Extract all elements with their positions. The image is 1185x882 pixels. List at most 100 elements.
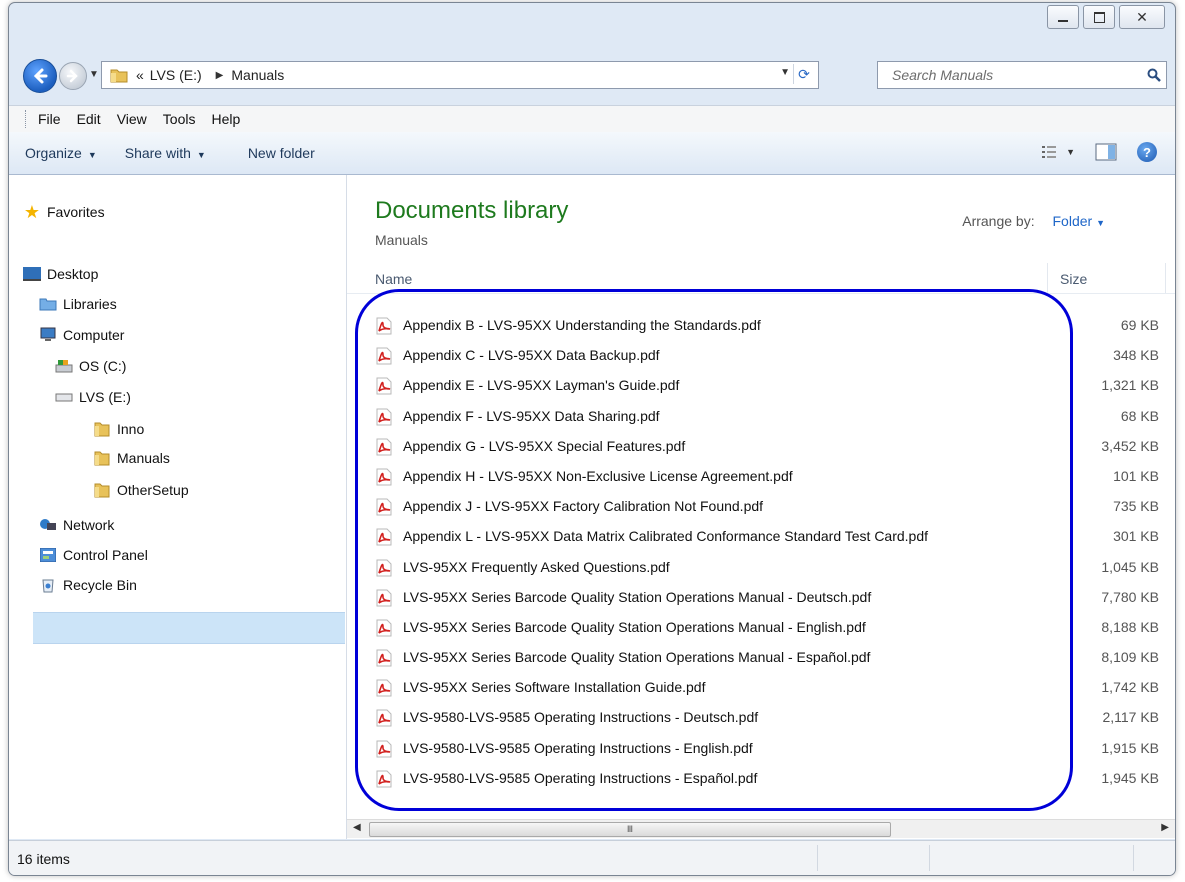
nav-folder-manuals[interactable]: Manuals: [93, 445, 170, 471]
file-row[interactable]: Appendix F - LVS-95XX Data Sharing.pdf 68…: [347, 402, 1175, 432]
column-divider[interactable]: [1165, 263, 1166, 293]
status-bar: 16 items: [9, 840, 1175, 875]
nav-lvs-drive[interactable]: LVS (E:): [55, 384, 131, 410]
pdf-icon: [375, 649, 393, 670]
nav-network[interactable]: Network: [39, 512, 114, 538]
maximize-button[interactable]: [1083, 5, 1115, 29]
nav-libraries[interactable]: Libraries: [39, 291, 117, 317]
address-chevrons[interactable]: «: [136, 67, 144, 83]
explorer-window: ✕ ▼ « LVS (E:) ▶ Manuals ▼ ⟳ Search Manu…: [8, 2, 1176, 876]
pdf-icon: [375, 679, 393, 700]
help-icon[interactable]: ?: [1137, 142, 1157, 162]
file-name: Appendix J - LVS-95XX Factory Calibratio…: [403, 498, 764, 515]
file-row[interactable]: LVS-95XX Frequently Asked Questions.pdf 1…: [347, 553, 1175, 583]
file-size: 68 KB: [1120, 407, 1159, 424]
scroll-thumb[interactable]: Ⅲ: [369, 822, 891, 837]
pdf-icon: [375, 619, 393, 640]
file-size: 348 KB: [1113, 347, 1159, 364]
file-name: LVS-95XX Frequently Asked Questions.pdf: [403, 558, 670, 575]
breadcrumb-separator-icon[interactable]: ▶: [216, 70, 224, 81]
file-row[interactable]: LVS-95XX Series Software Installation Gu…: [347, 673, 1175, 703]
breadcrumb-manuals[interactable]: Manuals: [231, 67, 284, 83]
horizontal-scrollbar[interactable]: ◀ Ⅲ ▶: [347, 819, 1175, 838]
close-button[interactable]: ✕: [1119, 5, 1165, 29]
search-box[interactable]: Search Manuals: [877, 61, 1167, 89]
menu-tools[interactable]: Tools: [163, 111, 196, 127]
file-row[interactable]: Appendix C - LVS-95XX Data Backup.pdf 348…: [347, 341, 1175, 371]
nav-computer[interactable]: Computer: [39, 322, 124, 348]
refresh-icon[interactable]: ⟳: [793, 64, 814, 84]
pdf-icon: [375, 559, 393, 580]
nav-os-drive[interactable]: OS (C:): [55, 353, 126, 379]
menu-edit[interactable]: Edit: [77, 111, 101, 127]
nav-selection-highlight: [33, 612, 345, 644]
nav-folder-inno[interactable]: Inno: [93, 416, 144, 442]
scroll-left-icon[interactable]: ◀: [353, 822, 361, 833]
share-with-label: Share with: [124, 145, 191, 161]
file-row[interactable]: LVS-95XX Series Barcode Quality Station …: [347, 643, 1175, 673]
address-dropdown[interactable]: ▼: [780, 67, 790, 78]
file-size: 1,915 KB: [1101, 739, 1159, 756]
back-button[interactable]: [23, 59, 57, 93]
column-divider[interactable]: [1047, 263, 1048, 293]
file-size: 8,109 KB: [1101, 649, 1159, 666]
back-arrow-icon: [33, 68, 48, 84]
file-row[interactable]: Appendix E - LVS-95XX Layman's Guide.pdf…: [347, 371, 1175, 401]
file-row[interactable]: LVS-9580-LVS-9585 Operating Instructions…: [347, 703, 1175, 733]
menu-help[interactable]: Help: [211, 111, 240, 127]
address-bar[interactable]: « LVS (E:) ▶ Manuals ▼ ⟳: [101, 61, 819, 89]
nav-recycle-bin[interactable]: Recycle Bin: [39, 572, 137, 598]
preview-pane-icon[interactable]: [1095, 143, 1117, 161]
recent-pages-dropdown[interactable]: ▼: [89, 69, 99, 80]
pdf-icon: [375, 589, 393, 610]
nav-favorites[interactable]: ★ Favorites: [23, 199, 105, 225]
change-view-button[interactable]: ▼: [1042, 145, 1075, 159]
forward-button[interactable]: [59, 62, 87, 90]
search-input[interactable]: Search Manuals: [878, 67, 1142, 83]
scroll-right-icon[interactable]: ▶: [1161, 822, 1169, 833]
arrange-by-dropdown[interactable]: Folder ▼: [1053, 213, 1106, 229]
menu-view[interactable]: View: [117, 111, 147, 127]
folder-icon: [93, 482, 111, 498]
file-row[interactable]: Appendix B - LVS-95XX Understanding the …: [347, 311, 1175, 341]
pdf-icon: [375, 740, 393, 761]
menu-file[interactable]: File: [38, 111, 61, 127]
view-controls: ▼ ?: [1042, 142, 1157, 162]
nav-label: Libraries: [63, 296, 117, 312]
drive-icon: [55, 389, 73, 405]
file-row[interactable]: Appendix G - LVS-95XX Special Features.p…: [347, 432, 1175, 462]
maximize-icon: [1093, 11, 1105, 23]
nav-control-panel[interactable]: Control Panel: [39, 542, 148, 568]
file-row[interactable]: LVS-9580-LVS-9585 Operating Instructions…: [347, 764, 1175, 794]
share-with-button[interactable]: Share with ▼: [125, 145, 206, 161]
file-row[interactable]: Appendix L - LVS-95XX Data Matrix Calibr…: [347, 522, 1175, 552]
nav-label: Desktop: [47, 266, 99, 282]
nav-folder-othersetup[interactable]: OtherSetup: [93, 477, 189, 503]
recycle-bin-icon: [39, 577, 57, 593]
column-header-name[interactable]: Name: [375, 271, 412, 287]
file-row[interactable]: LVS-9580-LVS-9585 Operating Instructions…: [347, 734, 1175, 764]
arrange-by: Arrange by: Folder ▼: [962, 213, 1105, 229]
file-size: 7,780 KB: [1101, 588, 1159, 605]
organize-button[interactable]: Organize ▼: [25, 145, 97, 161]
file-row[interactable]: Appendix J - LVS-95XX Factory Calibratio…: [347, 492, 1175, 522]
nav-label: Inno: [117, 421, 145, 437]
nav-desktop[interactable]: Desktop: [23, 261, 98, 287]
breadcrumb-drive[interactable]: LVS (E:): [150, 67, 202, 83]
forward-arrow-icon: [66, 69, 78, 83]
pdf-icon: [375, 317, 393, 338]
column-headers: Name Size: [347, 263, 1175, 294]
column-header-size[interactable]: Size: [1060, 271, 1087, 287]
search-icon[interactable]: [1142, 68, 1166, 82]
nav-label: LVS (E:): [79, 389, 131, 405]
file-row[interactable]: LVS-95XX Series Barcode Quality Station …: [347, 613, 1175, 643]
file-row[interactable]: LVS-95XX Series Barcode Quality Station …: [347, 583, 1175, 613]
file-row[interactable]: Appendix H - LVS-95XX Non-Exclusive Lice…: [347, 462, 1175, 492]
new-folder-button[interactable]: New folder: [248, 145, 315, 161]
pdf-icon: [375, 347, 393, 368]
pdf-icon: [375, 377, 393, 398]
file-name: Appendix G - LVS-95XX Special Features.p…: [403, 437, 686, 454]
minimize-button[interactable]: [1047, 5, 1079, 29]
chevron-down-icon: ▼: [87, 150, 97, 160]
pdf-icon: [375, 770, 393, 791]
